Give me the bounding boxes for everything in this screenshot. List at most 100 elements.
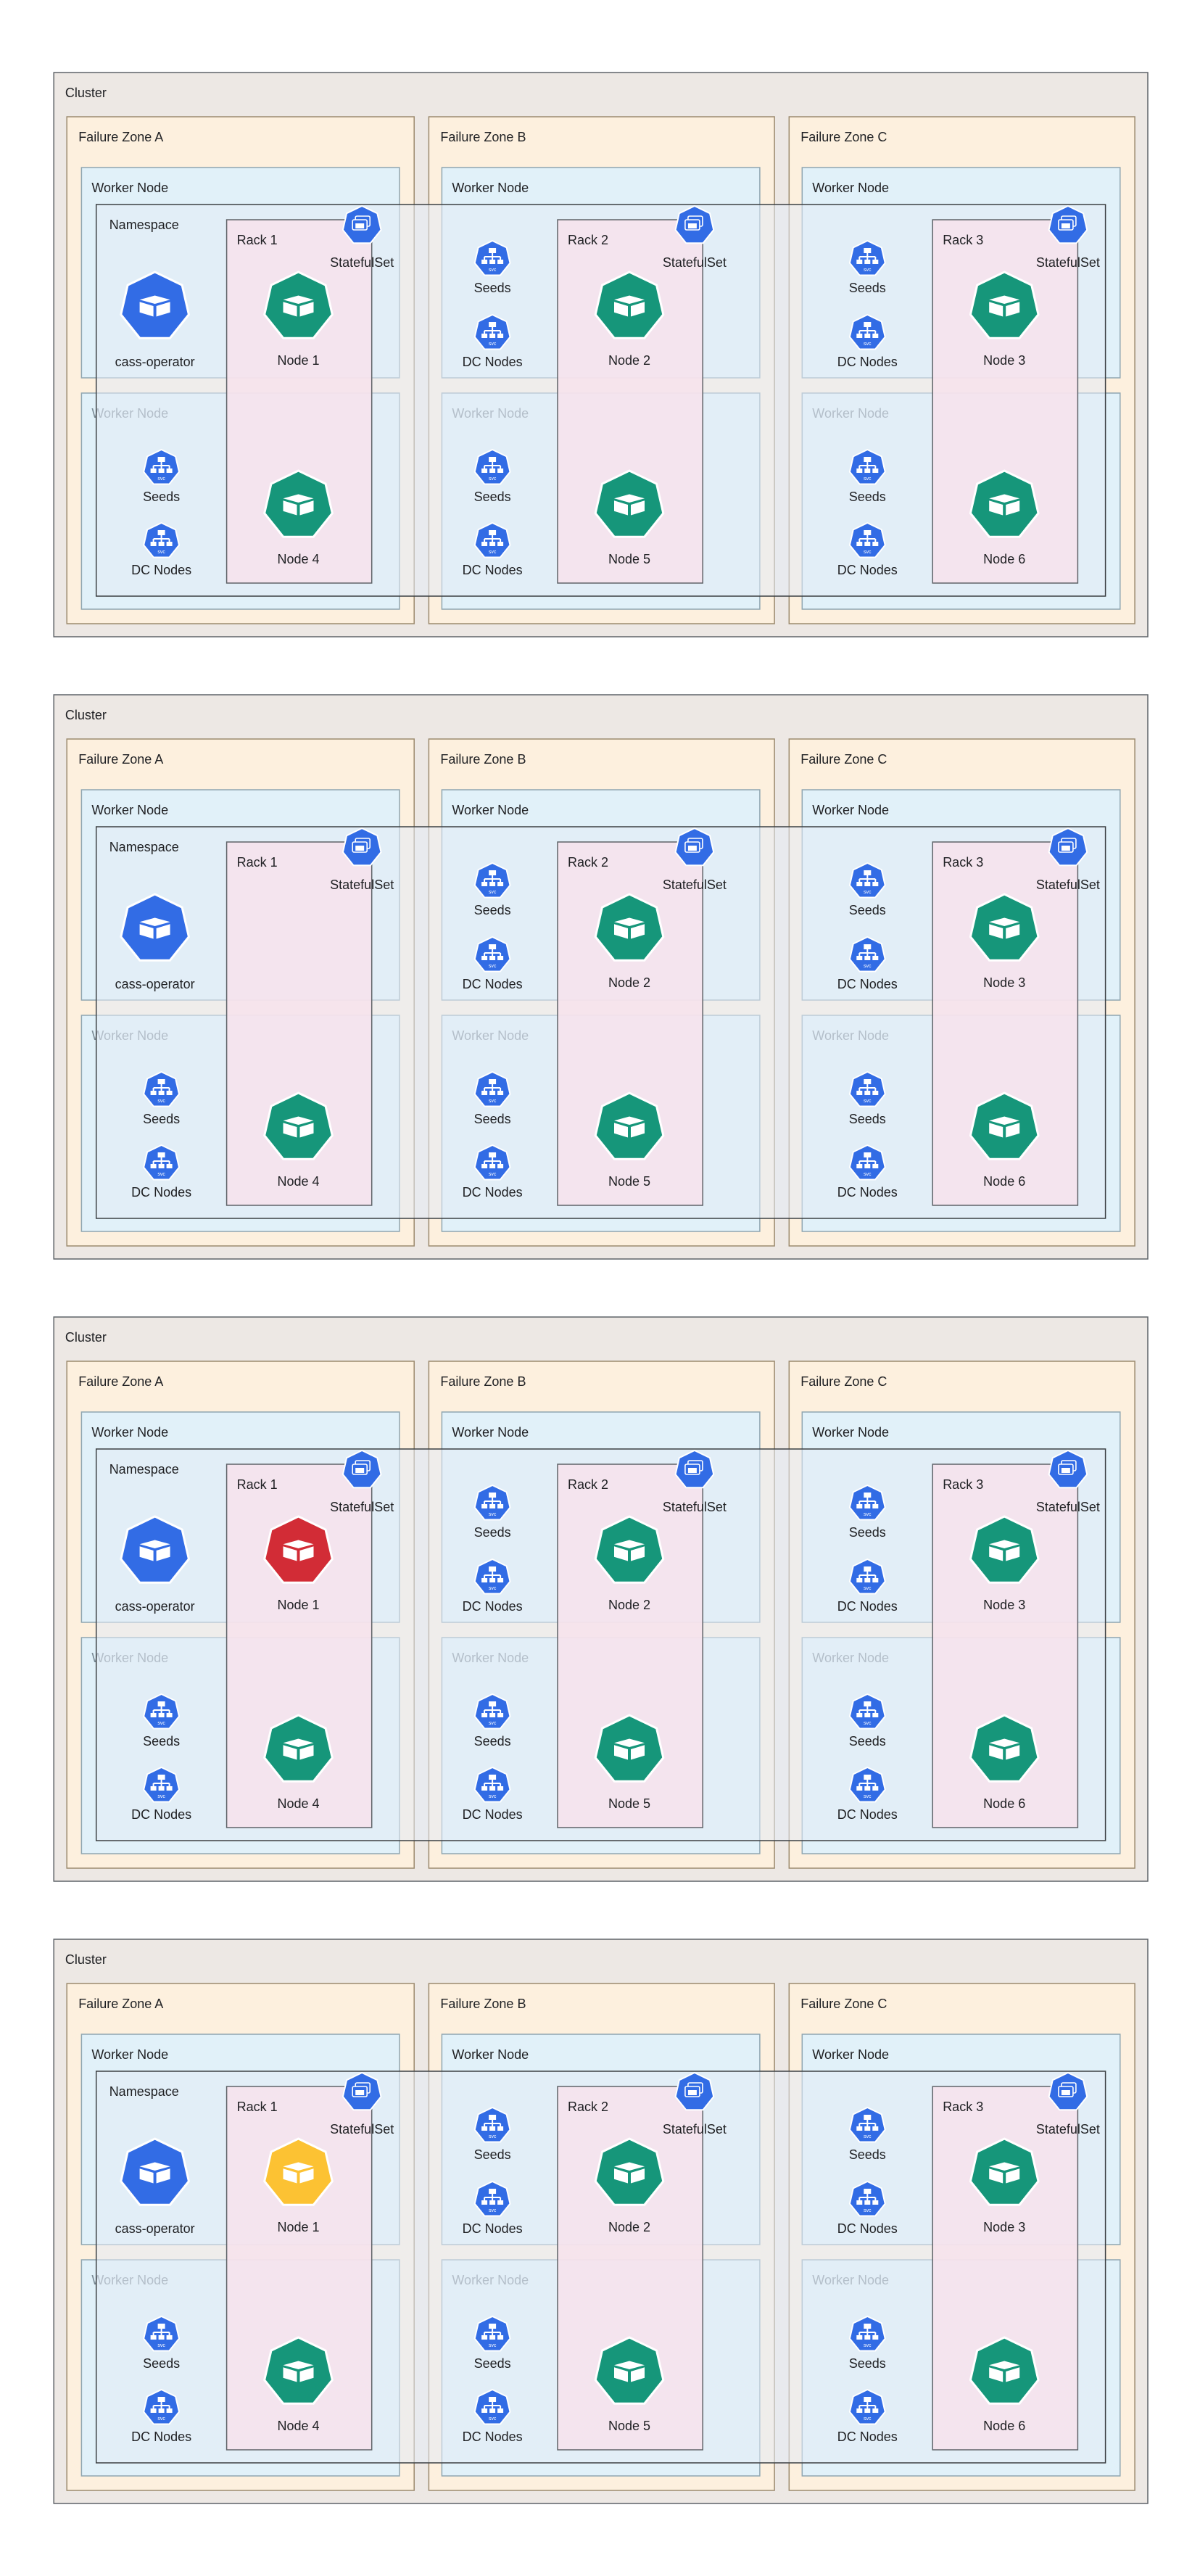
cass-operator-label: cass-operator (115, 355, 195, 369)
cassandra-node-2-label: Node 2 (608, 975, 650, 990)
cassandra-node-1-label: Node 1 (277, 2220, 319, 2234)
statefulset-label: StatefulSet (330, 878, 394, 892)
statefulset-label: StatefulSet (330, 1500, 394, 1514)
failure-zone-label: Failure Zone C (800, 1997, 887, 2011)
failure-zone-label: Failure Zone C (800, 752, 887, 767)
svc-badge: svc (864, 476, 872, 482)
dc-nodes-service-icon: svc (143, 2388, 181, 2425)
dc-nodes-service-icon: svc (848, 1144, 886, 1181)
failure-zone-label: Failure Zone B (440, 1997, 526, 2011)
cassandra-node-6-label: Node 6 (983, 1796, 1025, 1811)
cluster-label: Cluster (65, 1330, 107, 1345)
svc-badge: svc (864, 1512, 872, 1517)
svc-badge: svc (864, 2134, 872, 2139)
worker-node-label: Worker Node (91, 2047, 168, 2062)
dc-nodes-service-icon: svc (143, 1144, 181, 1181)
statefulset-label: StatefulSet (1036, 878, 1100, 892)
svc-badge: svc (489, 1794, 497, 1799)
cassandra-node-4-label: Node 4 (277, 552, 319, 566)
cassandra-node-2-label: Node 2 (608, 1598, 650, 1612)
dc-nodes-label: DC Nodes (463, 977, 523, 991)
svc-badge: svc (489, 1172, 497, 1177)
namespace-label: Namespace (109, 218, 179, 232)
statefulset-label: StatefulSet (330, 255, 394, 270)
cluster-label: Cluster (65, 86, 107, 100)
failure-zone-label: Failure Zone C (800, 130, 887, 144)
cassandra-node-4-label: Node 4 (277, 2419, 319, 2433)
seeds-service-icon: svc (143, 1070, 181, 1107)
cassandra-node-3-label: Node 3 (983, 1598, 1025, 1612)
rack-1-label: Rack 1 (237, 1477, 278, 1492)
cassandra-node-5-label: Node 5 (608, 1796, 650, 1811)
seeds-service-icon: svc (848, 448, 886, 485)
worker-node-label: Worker Node (91, 181, 168, 195)
cassandra-node-4-label: Node 4 (277, 1796, 319, 1811)
svc-badge: svc (864, 1794, 872, 1799)
worker-node-label: Worker Node (812, 803, 889, 817)
diagram-2: Cluster Failure Zone A Failure Zone B Failu… (53, 694, 1149, 1260)
cassandra-node-1-label: Node 1 (277, 1598, 319, 1612)
seeds-service-icon: svc (848, 1484, 886, 1521)
svc-badge: svc (864, 1099, 872, 1104)
dc-nodes-service-icon: svc (473, 1144, 511, 1181)
svc-badge: svc (157, 1172, 165, 1177)
seeds-service-icon: svc (848, 1693, 886, 1730)
cass-operator-label: cass-operator (115, 977, 195, 991)
namespace-label: Namespace (109, 1462, 179, 1477)
cassandra-node-4-label: Node 4 (277, 1174, 319, 1189)
dc-nodes-service-icon: svc (143, 1766, 181, 1803)
rack-3-label: Rack 3 (943, 233, 983, 247)
statefulset-label: StatefulSet (1036, 255, 1100, 270)
dc-nodes-label: DC Nodes (837, 2221, 898, 2236)
statefulset-label: StatefulSet (663, 2122, 727, 2137)
svc-badge: svc (864, 890, 872, 895)
seeds-label: Seeds (849, 1525, 886, 1540)
svc-badge: svc (864, 342, 872, 347)
svc-badge: svc (489, 476, 497, 482)
dc-nodes-label: DC Nodes (837, 2430, 898, 2444)
seeds-label: Seeds (474, 1112, 511, 1126)
svc-badge: svc (157, 1099, 165, 1104)
seeds-service-icon: svc (848, 2106, 886, 2143)
seeds-label: Seeds (143, 2356, 180, 2371)
dc-nodes-label: DC Nodes (131, 1185, 191, 1200)
rack-3-label: Rack 3 (943, 1477, 983, 1492)
svc-badge: svc (864, 2416, 872, 2422)
failure-zone-label: Failure Zone A (78, 130, 163, 144)
worker-node-label: Worker Node (91, 1425, 168, 1440)
statefulset-label: StatefulSet (1036, 2122, 1100, 2137)
dc-nodes-service-icon: svc (848, 521, 886, 558)
cassandra-node-5-label: Node 5 (608, 552, 650, 566)
seeds-label: Seeds (849, 903, 886, 917)
rack-2-label: Rack 2 (568, 855, 608, 870)
seeds-service-icon: svc (848, 862, 886, 899)
dc-nodes-label: DC Nodes (131, 563, 191, 577)
failure-zone-label: Failure Zone A (78, 1997, 163, 2011)
worker-node-label: Worker Node (812, 1425, 889, 1440)
svc-badge: svc (864, 2343, 872, 2348)
seeds-service-icon: svc (848, 239, 886, 276)
seeds-label: Seeds (849, 490, 886, 504)
dc-nodes-label: DC Nodes (131, 1807, 191, 1822)
svc-badge: svc (157, 2416, 165, 2422)
worker-node-label: Worker Node (812, 181, 889, 195)
svc-badge: svc (157, 1794, 165, 1799)
failure-zone-label: Failure Zone B (440, 752, 526, 767)
worker-node-label: Worker Node (452, 803, 529, 817)
cassandra-node-2-label: Node 2 (608, 353, 650, 368)
cassandra-node-5-label: Node 5 (608, 1174, 650, 1189)
svc-badge: svc (489, 2343, 497, 2348)
dc-nodes-service-icon: svc (473, 2388, 511, 2425)
statefulset-label: StatefulSet (330, 2122, 394, 2137)
dc-nodes-label: DC Nodes (463, 1599, 523, 1614)
statefulset-label: StatefulSet (663, 1500, 727, 1514)
seeds-label: Seeds (474, 903, 511, 917)
failure-zone-label: Failure Zone A (78, 1374, 163, 1389)
worker-node-label: Worker Node (452, 1425, 529, 1440)
seeds-service-icon: svc (473, 2106, 511, 2143)
dc-nodes-label: DC Nodes (837, 977, 898, 991)
cass-operator-label: cass-operator (115, 1599, 195, 1614)
diagram-3: Cluster Failure Zone A Failure Zone B Failu… (53, 1316, 1149, 1882)
svc-badge: svc (489, 2416, 497, 2422)
seeds-label: Seeds (143, 1734, 180, 1749)
